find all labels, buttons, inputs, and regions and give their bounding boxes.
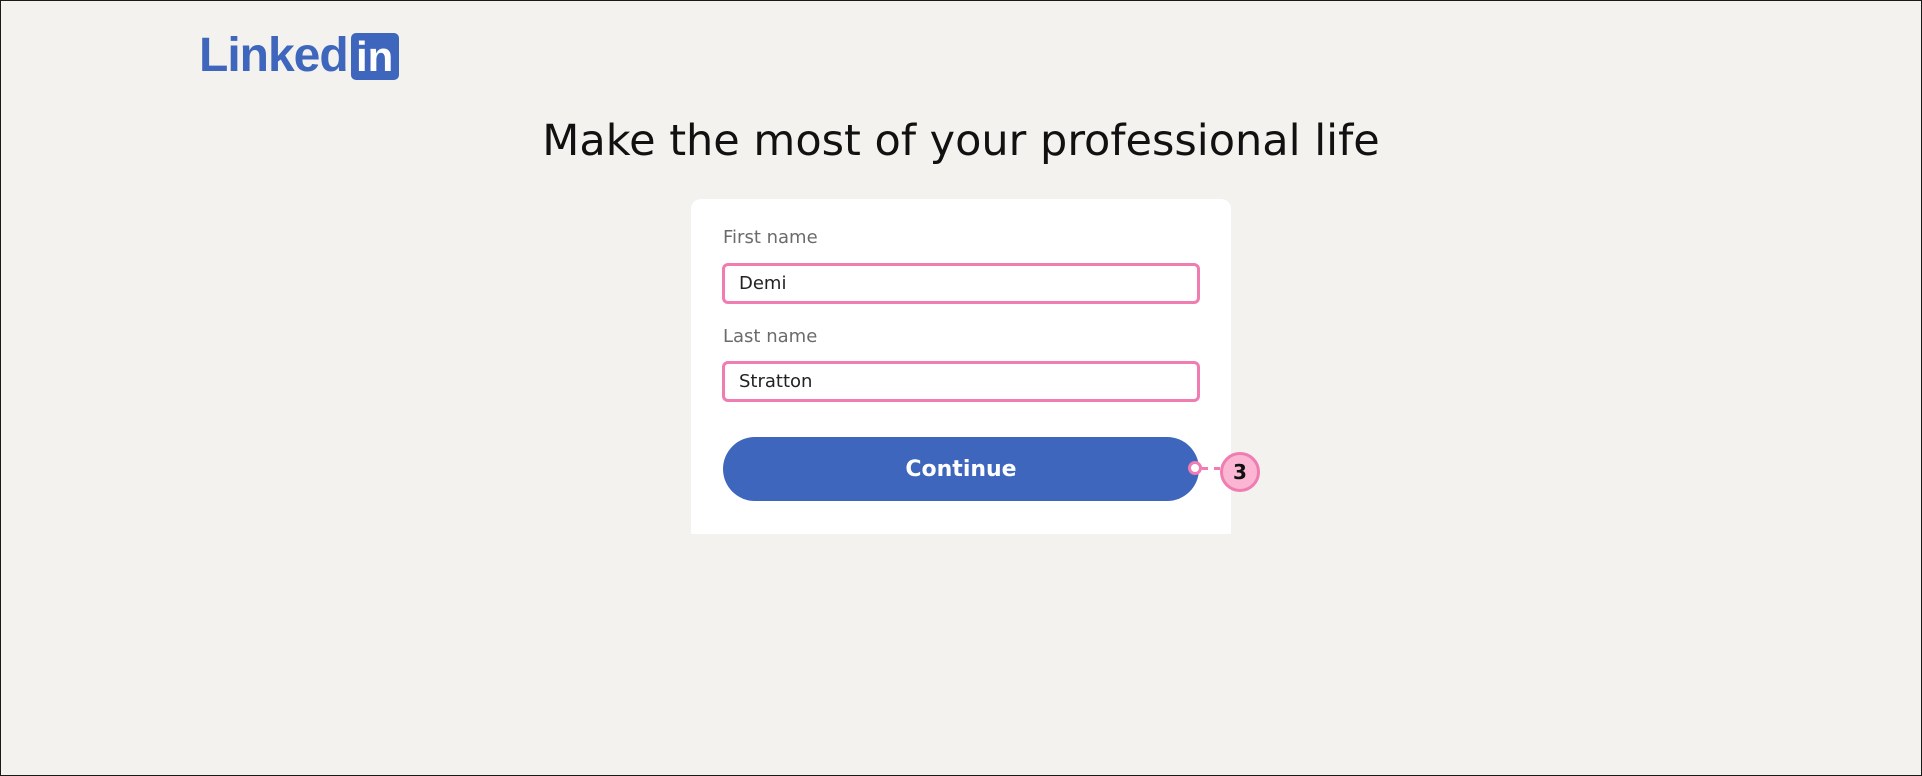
annotation-anchor-dot <box>1188 461 1202 475</box>
linkedin-logo[interactable]: Linked in <box>199 32 399 80</box>
annotation-connector <box>1202 467 1220 470</box>
continue-button[interactable]: Continue <box>723 437 1199 501</box>
page-headline: Make the most of your professional life <box>542 116 1380 166</box>
logo-wordmark: Linked <box>199 29 349 82</box>
first-name-field[interactable] <box>722 263 1200 304</box>
last-name-field[interactable] <box>722 361 1200 402</box>
last-name-label: Last name <box>723 326 818 347</box>
annotation-step-badge: 3 <box>1220 452 1260 492</box>
first-name-label: First name <box>723 227 818 248</box>
logo-in-box: in <box>350 32 399 80</box>
signup-card: First name Last name Continue <box>691 199 1231 534</box>
